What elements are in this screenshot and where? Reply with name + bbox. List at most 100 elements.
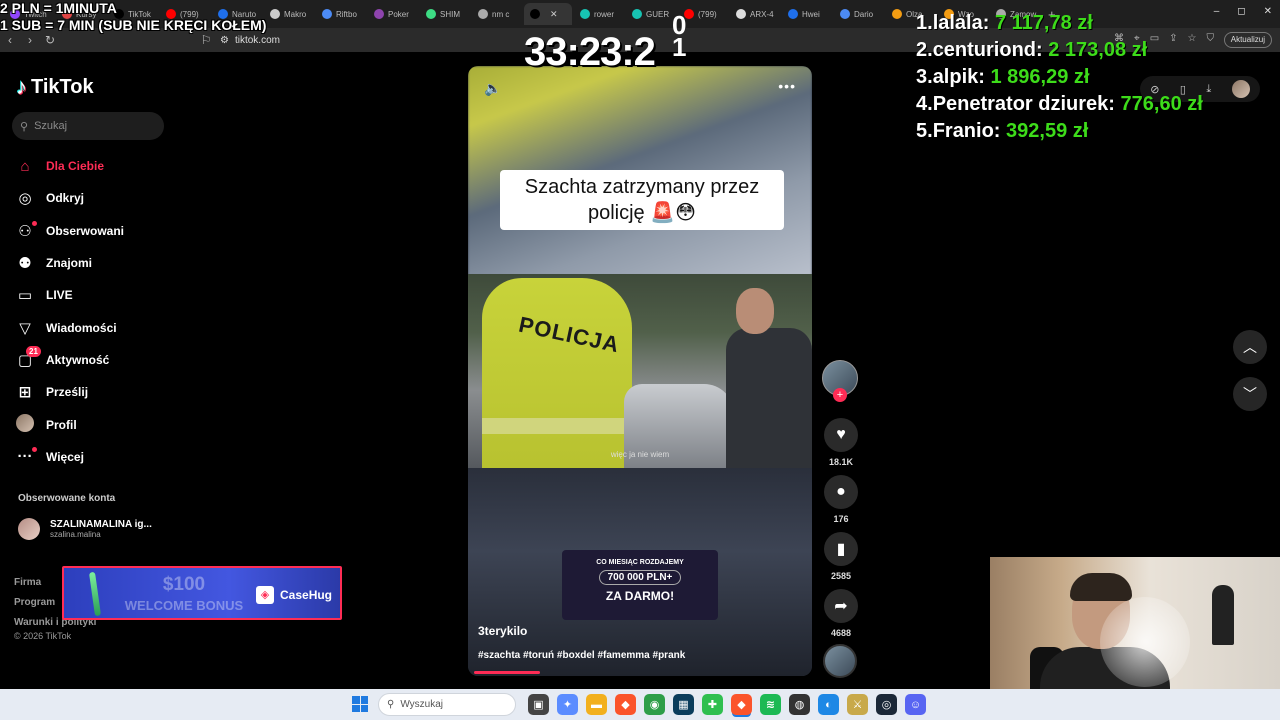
url-field[interactable]: ⚙ tiktok.com xyxy=(220,32,280,48)
window-controls: – ◻ ✕ xyxy=(1214,6,1272,17)
app-icon[interactable]: ◐ xyxy=(818,694,839,715)
man-body xyxy=(726,328,812,468)
calculator-icon[interactable]: ▦ xyxy=(673,694,694,715)
close-button[interactable]: ✕ xyxy=(1264,6,1272,17)
video-author[interactable]: 3terykilo xyxy=(478,624,527,638)
leaderboard-row: 2.centuriond: 2 173,08 zł xyxy=(916,37,1203,64)
next-video-button[interactable]: ﹀ xyxy=(1233,377,1267,411)
browser-tab[interactable]: nm c xyxy=(472,3,522,25)
video-player[interactable]: POLICJA więc ja nie wiem Szachta zatrzym… xyxy=(468,66,812,676)
site-info-icon[interactable]: ⚙ xyxy=(220,35,229,46)
sidebar-item-wi-cej[interactable]: ··· Więcej xyxy=(16,441,176,473)
like-button[interactable]: ♥ 18.1K xyxy=(823,418,859,467)
sidebar-item-aktywno-[interactable]: ▢ Aktywność 21 xyxy=(16,344,176,376)
sidebar-item-obserwowani[interactable]: ⚇ Obserwowani xyxy=(16,215,176,247)
minimize-button[interactable]: – xyxy=(1214,6,1220,17)
tab-label: ARX-4 xyxy=(750,9,774,19)
maximize-button[interactable]: ◻ xyxy=(1237,6,1245,17)
sidebar-item-label: Dla Ciebie xyxy=(46,159,105,174)
sidebar-item-odkryj[interactable]: ◎ Odkryj xyxy=(16,182,176,214)
following-account[interactable]: SZALINAMALINA ig... szalina.malina xyxy=(18,518,152,540)
back-icon[interactable]: ‹ xyxy=(0,33,20,47)
steam-icon[interactable]: ◎ xyxy=(876,694,897,715)
casehug-logo-icon: ◈ xyxy=(256,586,274,604)
bookmark-icon[interactable]: ⚐ xyxy=(196,33,216,47)
follow-plus-icon[interactable]: + xyxy=(833,388,847,402)
browser-tab[interactable]: GUER xyxy=(626,3,676,25)
brave-icon[interactable]: ◆ xyxy=(615,694,636,715)
sidebar-item-label: Aktywność xyxy=(46,352,110,367)
timer-digits-rolling: 0 1 xyxy=(672,12,686,60)
sidebar-item-profil[interactable]: Profil xyxy=(16,408,176,440)
browser-tab[interactable]: Poker xyxy=(368,3,418,25)
forward-icon[interactable]: › xyxy=(20,33,40,47)
reload-icon[interactable]: ↻ xyxy=(40,33,60,47)
sidebar-item-label: Znajomi xyxy=(46,256,93,271)
sidebar-item-live[interactable]: ▭ LIVE xyxy=(16,279,176,311)
mute-icon[interactable]: 🔈 xyxy=(484,80,501,97)
download-icon[interactable]: ⤓ xyxy=(1206,83,1211,96)
music-disc-avatar[interactable] xyxy=(823,644,857,678)
browser-tab[interactable]: SHIM xyxy=(420,3,470,25)
share-button[interactable]: ➦ 4688 xyxy=(823,589,859,638)
sidebar-item-label: Wiadomości xyxy=(46,320,117,335)
profile-avatar[interactable] xyxy=(1231,80,1250,98)
sidebar-item-znajomi[interactable]: ⚉ Znajomi xyxy=(16,247,176,279)
update-button[interactable]: Aktualizuj xyxy=(1223,32,1272,48)
heart-icon: ♥ xyxy=(824,418,858,452)
comment-button[interactable]: ● 176 xyxy=(823,475,859,524)
copilot-icon[interactable]: ✦ xyxy=(557,694,578,715)
sidebar-item-label: Odkryj xyxy=(46,191,85,206)
casehug-ad-banner[interactable]: $100 WELCOME BONUS ◈ CaseHug xyxy=(62,566,342,620)
tiktok-logo-text: TikTok xyxy=(31,75,94,98)
search-input[interactable]: ⚲ Szukaj xyxy=(12,112,164,140)
browser-tab[interactable]: ARX-4 xyxy=(730,3,780,25)
windows-taskbar: ⚲ Wyszukaj ▣ ✦ ▬ ◆ ◉ ▦ ✚ ◆ ≋ ◍ ◐ ⚔ ◎ ☺ xyxy=(0,689,1280,720)
browser-tab[interactable]: Riftbo xyxy=(316,3,366,25)
tiktok-logo[interactable]: ♪ TikTok xyxy=(16,74,94,100)
leaderboard-amount: 7 117,78 zł xyxy=(994,12,1093,34)
chrome-icon[interactable]: ◉ xyxy=(644,694,665,715)
sidebar-item-dla-ciebie[interactable]: ⌂ Dla Ciebie xyxy=(16,150,176,182)
leaderboard-amount: 1 896,29 zł xyxy=(990,66,1090,88)
discord-icon[interactable]: ☺ xyxy=(905,694,926,715)
league-icon[interactable]: ⚔ xyxy=(847,694,868,715)
share-count: 4688 xyxy=(830,628,852,638)
video-hashtags[interactable]: #szachta #toruń #boxdel #famemma #prank xyxy=(478,650,685,661)
tab-label: (799) xyxy=(698,9,717,19)
sidebar-item-wiadomo-ci[interactable]: ▽ Wiadomości xyxy=(16,311,176,343)
previous-video-button[interactable]: ︿ xyxy=(1233,330,1267,364)
sidebar-item-prze-lij[interactable]: ⊞ Prześlij xyxy=(16,376,176,408)
send-icon: ▽ xyxy=(19,319,31,337)
home-icon: ⌂ xyxy=(20,157,30,175)
tab-label: nm c xyxy=(492,9,510,19)
tab-close-icon[interactable]: ✕ xyxy=(550,9,558,20)
taskview-icon[interactable]: ▣ xyxy=(528,694,549,715)
vape-smoke xyxy=(1100,597,1190,687)
browser-tab[interactable]: Hwei xyxy=(782,3,832,25)
browser-tab[interactable]: Dario xyxy=(834,3,884,25)
sidebar-item-label: Więcej xyxy=(46,449,84,464)
browser-tab[interactable]: ✕ xyxy=(524,3,572,25)
sub-rate-text: 1 SUB = 7 MIN (SUB NIE KRĘCI KOŁEM) xyxy=(0,17,267,33)
shield-icon[interactable]: ⛉ xyxy=(1207,33,1215,44)
video-caption-line1: Szachta zatrzymany przez xyxy=(524,176,760,198)
browser-tab[interactable]: Makro xyxy=(264,3,314,25)
video-progress-bar[interactable] xyxy=(474,671,540,674)
save-button[interactable]: ▮ 2585 xyxy=(823,532,859,581)
spotify-icon[interactable]: ≋ xyxy=(760,694,781,715)
browser-tab[interactable]: rower xyxy=(574,3,624,25)
url-text: tiktok.com xyxy=(234,34,280,46)
tab-favicon-icon xyxy=(840,9,850,19)
taskbar-search-input[interactable]: ⚲ Wyszukaj xyxy=(378,693,516,716)
obs-icon[interactable]: ◍ xyxy=(789,694,810,715)
brave-active-icon[interactable]: ◆ xyxy=(731,694,752,715)
file-explorer-icon[interactable]: ▬ xyxy=(586,694,607,715)
windows-start-icon[interactable] xyxy=(352,696,368,712)
sidebar-item-label: Prześlij xyxy=(46,385,89,400)
more-options-icon[interactable]: ••• xyxy=(778,78,796,94)
promo-line3: ZA DARMO! xyxy=(605,589,675,603)
leaderboard-name: Penetrator dziurek: xyxy=(932,93,1115,115)
background-person xyxy=(1212,585,1234,645)
xbox-icon[interactable]: ✚ xyxy=(702,694,723,715)
